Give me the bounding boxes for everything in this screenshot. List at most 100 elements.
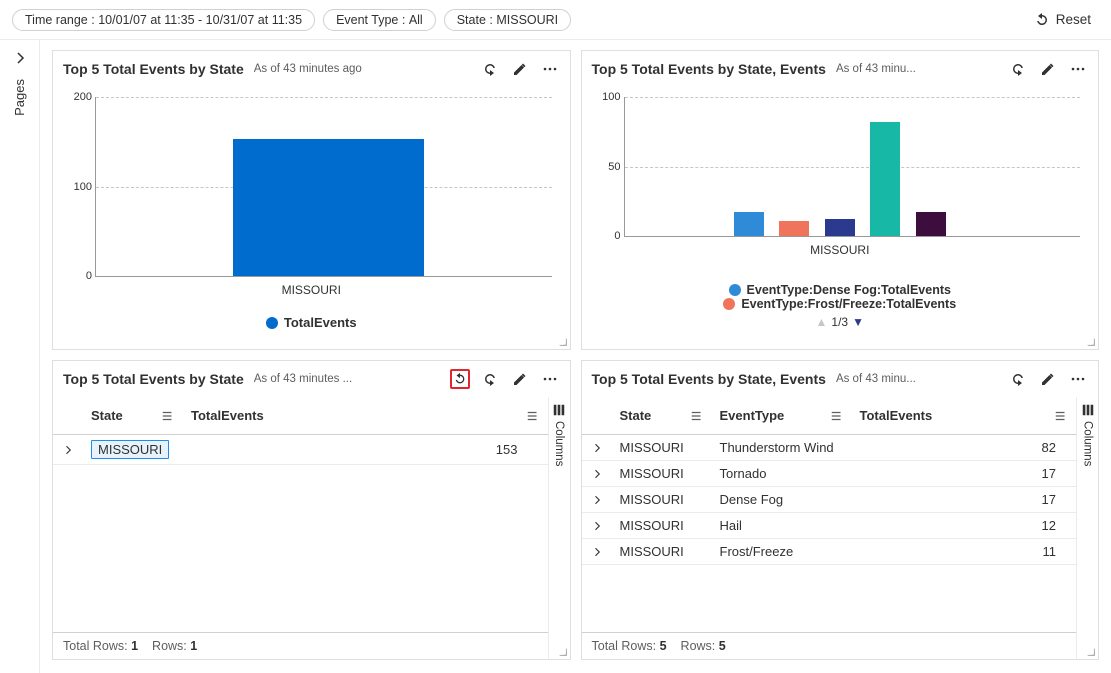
column-header-state[interactable]: State [83,403,183,428]
chart-area: 100 50 0 MISSOURI EventType:Dense Fog:To… [582,87,1099,349]
expand-row-button[interactable] [582,437,612,459]
columns-panel-toggle[interactable]: Columns [1076,397,1098,659]
cell-eventtype: Dense Fog [720,492,784,507]
column-header-eventtype[interactable]: EventType [712,403,852,428]
legend-label: EventType:Dense Fog:TotalEvents [747,283,951,297]
columns-icon [552,403,566,417]
expand-row-button[interactable] [582,489,612,511]
expand-row-button[interactable] [53,439,83,461]
tile-header: Top 5 Total Events by State As of 43 min… [53,51,570,87]
legend-dot-icon [723,298,735,310]
column-header-totalevents[interactable]: TotalEvents [852,403,1077,428]
reset-button[interactable]: Reset [1026,8,1099,32]
undo-button[interactable] [450,369,470,389]
refresh-icon [482,371,498,387]
chart-bar[interactable] [825,219,855,236]
expand-row-button[interactable] [582,515,612,537]
undo-icon [1034,12,1050,28]
table-row[interactable]: MISSOURIFrost/Freeze11 [582,539,1077,565]
column-menu-icon[interactable] [161,409,175,423]
columns-panel-toggle[interactable]: Columns [548,397,570,659]
cell-eventtype: Frost/Freeze [720,544,794,559]
refresh-button[interactable] [480,369,500,389]
cell-state[interactable]: MISSOURI [91,440,169,459]
table-row[interactable]: MISSOURITornado17 [582,461,1077,487]
resize-handle[interactable] [1086,337,1096,347]
legend-next-button[interactable]: ▼ [852,315,864,329]
refresh-icon [1010,371,1026,387]
edit-button[interactable] [510,369,530,389]
pencil-icon [512,61,528,77]
columns-label: Columns [553,421,565,466]
resize-handle[interactable] [1086,647,1096,657]
legend-page-indicator: 1/3 [831,315,848,329]
column-menu-icon[interactable] [1054,409,1068,423]
column-header-totalevents[interactable]: TotalEvents [183,403,548,428]
more-button[interactable] [1068,369,1088,389]
refresh-icon [482,61,498,77]
chart-area: 200 100 0 MISSOURI TotalEvents [53,87,570,349]
chevron-right-icon [62,444,74,456]
cell-eventtype: Thunderstorm Wind [720,440,834,455]
legend-prev-button[interactable]: ▲ [816,315,828,329]
edit-button[interactable] [510,59,530,79]
column-menu-icon[interactable] [830,409,844,423]
table-header-row: State EventType TotalEvents [582,397,1077,435]
edit-button[interactable] [1038,369,1058,389]
table-header-row: State TotalEvents [53,397,548,435]
ytick: 50 [595,161,621,173]
expand-pages-button[interactable] [12,50,28,69]
pencil-icon [1040,61,1056,77]
table-row[interactable]: MISSOURIHail12 [582,513,1077,539]
table-row[interactable]: MISSOURI 153 [53,435,548,465]
filter-value: MISSOURI [496,13,558,27]
column-menu-icon[interactable] [690,409,704,423]
refresh-button[interactable] [480,59,500,79]
tile-title: Top 5 Total Events by State, Events [592,371,826,387]
tile-top5-by-state-table: Top 5 Total Events by State As of 43 min… [52,360,571,660]
cell-totalevents: 17 [1042,492,1056,507]
ytick: 100 [595,91,621,103]
chart-bar[interactable] [870,122,900,236]
cell-totalevents: 153 [496,442,518,457]
resize-handle[interactable] [558,647,568,657]
legend-label: EventType:Frost/Freeze:TotalEvents [741,297,956,311]
cell-totalevents: 11 [1043,544,1057,559]
refresh-button[interactable] [1008,369,1028,389]
more-button[interactable] [540,59,560,79]
filter-event-type[interactable]: Event Type : All [323,9,436,31]
filter-time-range[interactable]: Time range : 10/01/07 at 11:35 - 10/31/0… [12,9,315,31]
chart-bar[interactable] [779,221,809,236]
columns-label: Columns [1082,421,1094,466]
table-row[interactable]: MISSOURIDense Fog17 [582,487,1077,513]
reset-label: Reset [1056,12,1091,27]
cell-eventtype: Hail [720,518,742,533]
expand-row-button[interactable] [582,463,612,485]
chart-bar[interactable] [916,212,946,236]
chart-bar[interactable] [233,139,424,276]
column-menu-icon[interactable] [526,409,540,423]
chart-bar[interactable] [734,212,764,236]
expand-row-button[interactable] [582,541,612,563]
tile-asof: As of 43 minutes ... [254,373,352,385]
dots-icon [542,61,558,77]
ytick: 0 [595,230,621,242]
refresh-icon [1010,61,1026,77]
tile-header: Top 5 Total Events by State As of 43 min… [53,361,570,397]
resize-handle[interactable] [558,337,568,347]
dots-icon [1070,371,1086,387]
refresh-button[interactable] [1008,59,1028,79]
table-footer: Total Rows: 1 Rows: 1 [53,632,548,659]
filter-key: Time range : [25,13,95,27]
dots-icon [1070,61,1086,77]
tile-header: Top 5 Total Events by State, Events As o… [582,51,1099,87]
more-button[interactable] [540,369,560,389]
column-header-state[interactable]: State [612,403,712,428]
cell-eventtype: Tornado [720,466,767,481]
edit-button[interactable] [1038,59,1058,79]
more-button[interactable] [1068,59,1088,79]
filter-state[interactable]: State : MISSOURI [444,9,571,31]
tile-asof: As of 43 minutes ago [254,63,362,75]
table-row[interactable]: MISSOURIThunderstorm Wind82 [582,435,1077,461]
table-footer: Total Rows: 5 Rows: 5 [582,632,1077,659]
